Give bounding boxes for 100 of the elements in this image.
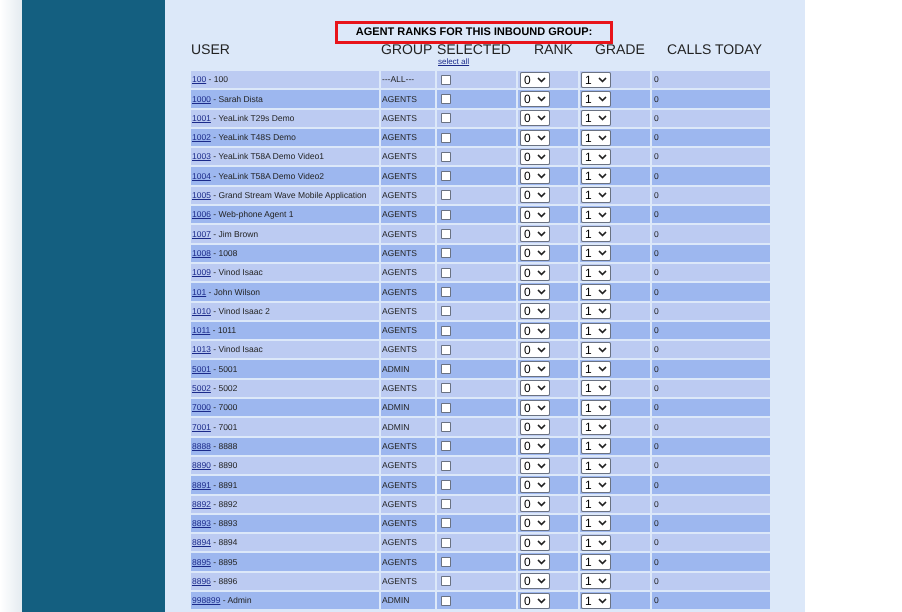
dropdown[interactable]: 0 <box>520 534 550 551</box>
dropdown[interactable]: 1 <box>581 573 611 590</box>
dropdown[interactable]: 0 <box>520 515 550 532</box>
user-link[interactable]: 8894 <box>192 536 211 550</box>
dropdown[interactable]: 1 <box>581 284 611 300</box>
checkbox[interactable] <box>441 210 451 220</box>
select-all-link[interactable]: select all <box>438 56 470 68</box>
checkbox[interactable] <box>441 152 451 162</box>
user-link[interactable]: 1005 <box>192 189 211 202</box>
checkbox[interactable] <box>441 344 451 355</box>
dropdown[interactable]: 1 <box>581 554 611 570</box>
dropdown[interactable]: 1 <box>581 592 611 609</box>
dropdown[interactable]: 1 <box>581 264 611 281</box>
dropdown[interactable]: 1 <box>581 534 611 551</box>
checkbox[interactable] <box>441 132 451 143</box>
dropdown[interactable]: 0 <box>520 592 550 609</box>
dropdown[interactable]: 0 <box>520 187 550 204</box>
dropdown[interactable]: 1 <box>581 418 611 435</box>
dropdown[interactable]: 1 <box>581 148 611 165</box>
dropdown[interactable]: 0 <box>520 130 550 146</box>
dropdown[interactable]: 0 <box>520 418 550 435</box>
checkbox[interactable] <box>441 576 451 586</box>
user-link[interactable]: 1002 <box>192 131 211 144</box>
checkbox[interactable] <box>441 596 451 606</box>
dropdown[interactable]: 1 <box>581 206 611 223</box>
dropdown[interactable]: 0 <box>520 496 550 512</box>
user-link[interactable]: 1008 <box>192 246 211 260</box>
dropdown[interactable]: 1 <box>581 458 611 474</box>
checkbox[interactable] <box>441 229 451 240</box>
user-link[interactable]: 1010 <box>192 304 211 318</box>
checkbox[interactable] <box>441 74 451 85</box>
user-link[interactable]: 8891 <box>192 478 211 492</box>
user-link[interactable]: 8890 <box>192 459 211 472</box>
user-link[interactable]: 100 <box>192 73 206 86</box>
checkbox[interactable] <box>441 557 451 568</box>
dropdown[interactable]: 0 <box>520 110 550 126</box>
user-link[interactable]: 7000 <box>192 401 211 414</box>
user-link[interactable]: 1000 <box>192 92 211 106</box>
user-link[interactable]: 5001 <box>192 362 211 376</box>
dropdown[interactable]: 0 <box>520 168 550 184</box>
user-link[interactable]: 8893 <box>192 517 211 530</box>
checkbox[interactable] <box>441 113 451 124</box>
dropdown[interactable]: 0 <box>520 322 550 338</box>
dropdown[interactable]: 0 <box>520 342 550 358</box>
dropdown[interactable]: 1 <box>581 438 611 454</box>
dropdown[interactable]: 0 <box>520 264 550 281</box>
user-link[interactable]: 8892 <box>192 498 211 511</box>
dropdown[interactable]: 0 <box>520 573 550 590</box>
user-link[interactable]: 7001 <box>192 420 211 434</box>
checkbox[interactable] <box>441 518 451 528</box>
dropdown[interactable]: 1 <box>581 303 611 320</box>
user-link[interactable]: 1013 <box>192 343 211 356</box>
dropdown[interactable]: 1 <box>581 168 611 184</box>
dropdown[interactable]: 1 <box>581 90 611 107</box>
dropdown[interactable]: 1 <box>581 515 611 532</box>
dropdown[interactable]: 0 <box>520 361 550 378</box>
dropdown[interactable]: 1 <box>581 72 611 88</box>
checkbox[interactable] <box>441 171 451 182</box>
dropdown[interactable]: 0 <box>520 206 550 223</box>
checkbox[interactable] <box>441 248 451 258</box>
checkbox[interactable] <box>441 460 451 471</box>
user-link[interactable]: 8896 <box>192 574 211 588</box>
dropdown[interactable]: 0 <box>520 226 550 242</box>
checkbox[interactable] <box>441 268 451 278</box>
user-link[interactable]: 5002 <box>192 382 211 395</box>
dropdown[interactable]: 0 <box>520 438 550 454</box>
dropdown[interactable]: 0 <box>520 148 550 165</box>
dropdown[interactable]: 1 <box>581 476 611 493</box>
user-link[interactable]: 101 <box>192 286 206 298</box>
user-link[interactable]: 1006 <box>192 208 211 222</box>
user-link[interactable]: 1011 <box>192 324 210 337</box>
dropdown[interactable]: 1 <box>581 322 611 338</box>
user-link[interactable]: 8888 <box>192 440 211 453</box>
checkbox[interactable] <box>441 190 451 200</box>
dropdown[interactable]: 0 <box>520 458 550 474</box>
user-link[interactable]: 1009 <box>192 266 211 279</box>
dropdown[interactable]: 0 <box>520 284 550 300</box>
dropdown[interactable]: 1 <box>581 400 611 416</box>
checkbox[interactable] <box>441 441 451 452</box>
checkbox[interactable] <box>441 94 451 104</box>
dropdown[interactable]: 1 <box>581 110 611 126</box>
dropdown[interactable]: 0 <box>520 476 550 493</box>
user-link[interactable]: 1007 <box>192 228 211 240</box>
user-link[interactable]: 1001 <box>192 112 211 125</box>
dropdown[interactable]: 0 <box>520 72 550 88</box>
dropdown[interactable]: 0 <box>520 90 550 107</box>
dropdown[interactable]: 0 <box>520 554 550 570</box>
checkbox[interactable] <box>441 538 451 548</box>
dropdown[interactable]: 1 <box>581 130 611 146</box>
checkbox[interactable] <box>441 286 451 297</box>
dropdown[interactable]: 1 <box>581 380 611 396</box>
dropdown[interactable]: 1 <box>581 342 611 358</box>
checkbox[interactable] <box>441 306 451 316</box>
checkbox[interactable] <box>441 499 451 510</box>
dropdown[interactable]: 0 <box>520 380 550 396</box>
user-link[interactable]: 1003 <box>192 150 211 164</box>
user-link[interactable]: 998899 <box>192 594 220 608</box>
dropdown[interactable]: 1 <box>581 496 611 512</box>
checkbox[interactable] <box>441 422 451 432</box>
checkbox[interactable] <box>441 383 451 394</box>
